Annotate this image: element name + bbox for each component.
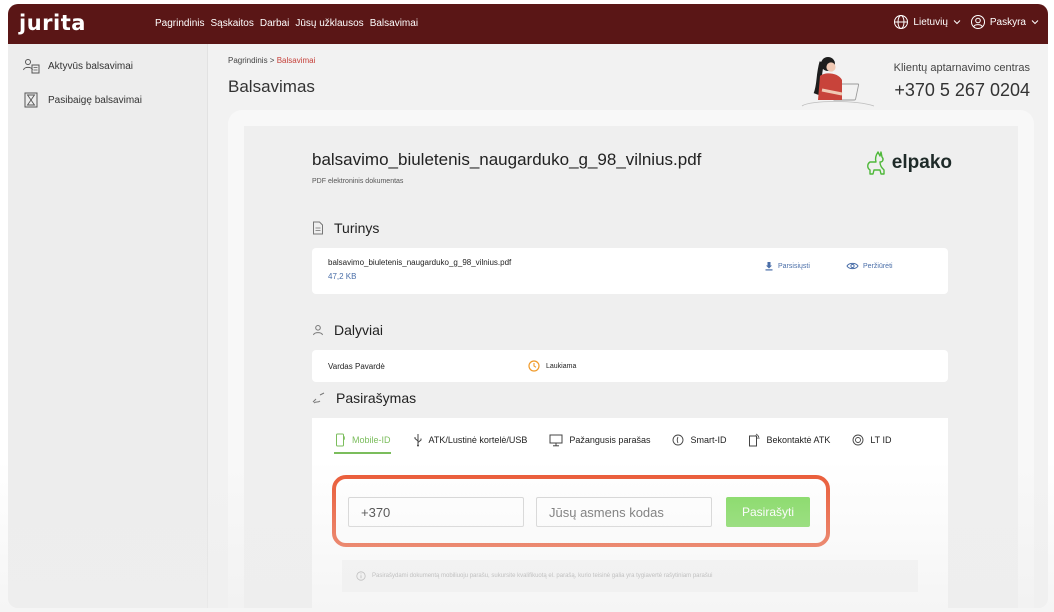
sidebar-item-label: Aktyvūs balsavimai xyxy=(48,60,134,72)
voting-card: balsavimo_biuletenis_naugarduko_g_98_vil… xyxy=(228,110,1034,608)
breadcrumb-separator: > xyxy=(267,56,277,65)
download-link[interactable]: Parsisiųsti xyxy=(764,261,810,271)
document-subtitle: PDF elektroninis dokumentas xyxy=(312,178,404,185)
sidebar-item-label: Pasibaigę balsavimai xyxy=(48,94,142,106)
file-row: balsavimo_biuletenis_naugarduko_g_98_vil… xyxy=(312,248,948,294)
signing-section-title: Pasirašymas xyxy=(312,390,416,406)
content-section-title: Turinys xyxy=(312,220,379,236)
user-circle-icon xyxy=(970,15,985,29)
nav-pagrindinis[interactable]: Pagrindinis xyxy=(155,18,204,29)
account-menu[interactable]: Paskyra xyxy=(970,14,1040,30)
content-section-label: Turinys xyxy=(334,220,380,236)
hourglass-icon xyxy=(24,92,38,108)
participants-section-title: Dalyviai xyxy=(312,322,383,338)
tab-label: Smart-ID xyxy=(690,435,727,445)
tab-mobile-id[interactable]: Mobile-ID xyxy=(334,418,391,462)
breadcrumb-current: Balsavimai xyxy=(276,56,316,65)
tab-advanced-signature[interactable]: Pažangusis parašas xyxy=(549,418,650,462)
nav-balsavimai[interactable]: Balsavimai xyxy=(370,18,418,29)
brand-name: elpako xyxy=(891,152,952,173)
sidebar-item-ended-votes[interactable]: Pasibaigę balsavimai xyxy=(22,92,142,108)
participant-row: Vardas Pavardė Laukiama xyxy=(312,350,948,382)
elpako-logo: elpako xyxy=(864,150,952,176)
elpako-llama-icon xyxy=(866,151,885,175)
info-icon xyxy=(356,571,366,581)
nav-saskaitos[interactable]: Sąskaitos xyxy=(210,18,253,29)
contact-label: Klientų aptarnavimo centras xyxy=(893,62,1030,74)
signing-info-note: Pasirašydami dokumentą mobiliuoju parašu… xyxy=(342,560,918,592)
sidebar-item-active-votes[interactable]: Aktyvūs balsavimai xyxy=(22,58,133,74)
jurita-logo[interactable]: jurita xyxy=(19,11,86,35)
customer-service-contact: Klientų aptarnavimo centras +370 5 267 0… xyxy=(794,50,1034,110)
tab-label: Bekontaktė ATK xyxy=(766,435,831,445)
user-icon xyxy=(313,325,323,336)
signing-method-tabs: Mobile-ID ATK/Lustinė kortelė/USB Pažang… xyxy=(312,418,948,462)
tab-lt-id[interactable]: LT ID xyxy=(852,418,892,462)
users-group-icon xyxy=(23,59,40,74)
clock-icon xyxy=(528,360,540,372)
main-menu: Pagrindinis Sąskaitos Darbai Jūsų užklau… xyxy=(155,18,418,29)
page-title: Balsavimas xyxy=(228,77,315,96)
document-title: balsavimo_biuletenis_naugarduko_g_98_vil… xyxy=(312,150,702,169)
eye-icon xyxy=(846,262,859,270)
download-icon xyxy=(765,262,773,271)
breadcrumb: Pagrindinis > Balsavimai xyxy=(228,56,315,65)
chevron-down-icon xyxy=(1031,20,1039,25)
download-label: Parsisiųsti xyxy=(778,262,810,270)
phone-number-input[interactable]: +370 xyxy=(348,497,524,527)
monitor-icon xyxy=(549,434,563,446)
document-panel: balsavimo_biuletenis_naugarduko_g_98_vil… xyxy=(244,126,1018,608)
file-name: balsavimo_biuletenis_naugarduko_g_98_vil… xyxy=(328,258,512,267)
tab-smart-id[interactable]: Smart-ID xyxy=(672,418,726,462)
participants-section-label: Dalyviai xyxy=(334,322,384,338)
contact-phone[interactable]: +370 5 267 0204 xyxy=(894,80,1030,101)
nav-uzklausos[interactable]: Jūsų užklausos xyxy=(295,18,363,29)
top-right-controls: Lietuvių Paskyra xyxy=(893,14,1040,30)
file-size: 47,2 KB xyxy=(328,272,357,281)
participant-name: Vardas Pavardė xyxy=(328,362,385,371)
language-label: Lietuvių xyxy=(913,16,948,28)
support-agent-illustration xyxy=(801,57,875,107)
preview-link[interactable]: Peržiūrėti xyxy=(846,261,893,271)
preview-label: Peržiūrėti xyxy=(863,262,893,270)
language-selector[interactable]: Lietuvių xyxy=(893,14,961,30)
note-text: Pasirašydami dokumentą mobiliuoju parašu… xyxy=(372,573,713,579)
status-label: Laukiama xyxy=(546,362,577,370)
tab-contactless-atk[interactable]: Bekontaktė ATK xyxy=(748,418,830,462)
sidebar: Aktyvūs balsavimai Pasibaigę balsavimai xyxy=(8,44,208,608)
fingerprint-icon xyxy=(673,434,684,446)
tab-label: Pažangusis parašas xyxy=(569,435,651,445)
breadcrumb-root[interactable]: Pagrindinis xyxy=(228,56,268,65)
tab-label: ATK/Lustinė kortelė/USB xyxy=(428,435,528,445)
personal-code-input[interactable]: Jūsų asmens kodas xyxy=(536,497,712,527)
app-window: jurita Pagrindinis Sąskaitos Darbai Jūsų… xyxy=(8,4,1048,608)
signing-panel: Mobile-ID ATK/Lustinė kortelė/USB Pažang… xyxy=(312,418,948,608)
account-label: Paskyra xyxy=(989,16,1026,28)
tab-label: Mobile-ID xyxy=(352,435,391,445)
contactless-card-icon xyxy=(749,433,760,447)
chevron-down-icon xyxy=(953,20,961,25)
id-circle-icon xyxy=(852,434,864,446)
main-content: Pagrindinis > Balsavimai Balsavimas Klie… xyxy=(208,44,1048,608)
globe-icon xyxy=(894,15,909,29)
phone-icon xyxy=(336,433,346,447)
sign-button[interactable]: Pasirašyti xyxy=(726,497,810,527)
signing-section-label: Pasirašymas xyxy=(336,390,417,406)
top-navigation-bar: jurita Pagrindinis Sąskaitos Darbai Jūsų… xyxy=(8,4,1048,44)
participant-status: Laukiama xyxy=(528,360,576,372)
nav-darbai[interactable]: Darbai xyxy=(260,18,289,29)
tab-label: LT ID xyxy=(870,435,892,445)
document-icon xyxy=(313,221,323,235)
mobile-id-form: +370 Jūsų asmens kodas Pasirašyti xyxy=(332,475,830,547)
usb-icon xyxy=(414,434,422,447)
tab-atk-usb[interactable]: ATK/Lustinė kortelė/USB xyxy=(413,418,528,462)
signature-icon xyxy=(312,392,325,404)
